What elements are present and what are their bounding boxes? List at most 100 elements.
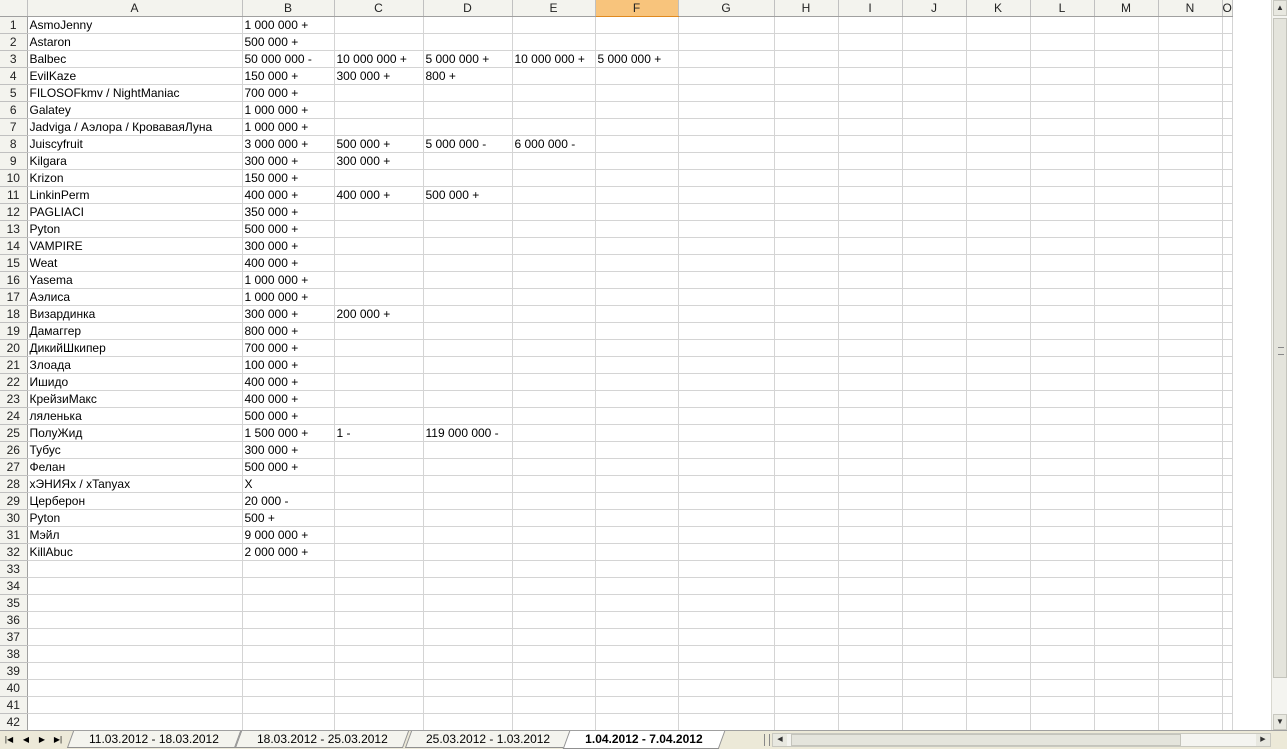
cell-k19[interactable] [966, 322, 1031, 340]
cell-d20[interactable] [423, 339, 513, 357]
cell-b11[interactable]: 400 000 + [242, 186, 335, 204]
cell-i20[interactable] [838, 339, 903, 357]
cell-m20[interactable] [1094, 339, 1159, 357]
cell-m10[interactable] [1094, 169, 1159, 187]
row-header[interactable]: 17 [0, 288, 28, 306]
cell-h22[interactable] [774, 373, 839, 391]
cell-m15[interactable] [1094, 254, 1159, 272]
cell-g42[interactable] [678, 713, 775, 730]
cell-m4[interactable] [1094, 67, 1159, 85]
cell-f32[interactable] [595, 543, 679, 561]
cell-e21[interactable] [512, 356, 596, 374]
cell-g28[interactable] [678, 475, 775, 493]
cell-l1[interactable] [1030, 16, 1095, 34]
cell-m39[interactable] [1094, 662, 1159, 680]
cell-d15[interactable] [423, 254, 513, 272]
cell-a1[interactable]: AsmoJenny [27, 16, 243, 34]
cell-l37[interactable] [1030, 628, 1095, 646]
cell-f41[interactable] [595, 696, 679, 714]
cell-i22[interactable] [838, 373, 903, 391]
cell-f30[interactable] [595, 509, 679, 527]
cell-a25[interactable]: ПолуЖид [27, 424, 243, 442]
cell-l24[interactable] [1030, 407, 1095, 425]
cell-o34[interactable] [1222, 577, 1233, 595]
cell-f23[interactable] [595, 390, 679, 408]
sheet-table[interactable]: ABCDEFGHIJKLMNO 1 AsmoJenny 1 000 000 +2 As… [0, 0, 1233, 730]
cell-b4[interactable]: 150 000 + [242, 67, 335, 85]
row-header[interactable]: 18 [0, 305, 28, 323]
cell-c35[interactable] [334, 594, 424, 612]
cell-c3[interactable]: 10 000 000 + [334, 50, 424, 68]
cell-c39[interactable] [334, 662, 424, 680]
cell-d8[interactable]: 5 000 000 - [423, 135, 513, 153]
cell-h5[interactable] [774, 84, 839, 102]
cell-o5[interactable] [1222, 84, 1233, 102]
cell-o15[interactable] [1222, 254, 1233, 272]
cell-n26[interactable] [1158, 441, 1223, 459]
cell-d19[interactable] [423, 322, 513, 340]
cell-k42[interactable] [966, 713, 1031, 730]
row-header[interactable]: 14 [0, 237, 28, 255]
cell-f15[interactable] [595, 254, 679, 272]
cell-f6[interactable] [595, 101, 679, 119]
cell-c18[interactable]: 200 000 + [334, 305, 424, 323]
cell-j2[interactable] [902, 33, 967, 51]
cell-a37[interactable] [27, 628, 243, 646]
row-header[interactable]: 5 [0, 84, 28, 102]
cell-g7[interactable] [678, 118, 775, 136]
cell-c42[interactable] [334, 713, 424, 730]
cell-b17[interactable]: 1 000 000 + [242, 288, 335, 306]
cell-e29[interactable] [512, 492, 596, 510]
cell-k9[interactable] [966, 152, 1031, 170]
scroll-left-icon[interactable]: ◀ [773, 734, 787, 746]
cell-n35[interactable] [1158, 594, 1223, 612]
cell-g14[interactable] [678, 237, 775, 255]
cell-i33[interactable] [838, 560, 903, 578]
cell-j36[interactable] [902, 611, 967, 629]
cell-d3[interactable]: 5 000 000 + [423, 50, 513, 68]
cell-j38[interactable] [902, 645, 967, 663]
cell-i11[interactable] [838, 186, 903, 204]
cell-d26[interactable] [423, 441, 513, 459]
cell-b34[interactable] [242, 577, 335, 595]
cell-a33[interactable] [27, 560, 243, 578]
cell-d34[interactable] [423, 577, 513, 595]
row-header[interactable]: 35 [0, 594, 28, 612]
cell-c24[interactable] [334, 407, 424, 425]
cell-j28[interactable] [902, 475, 967, 493]
cell-j15[interactable] [902, 254, 967, 272]
cell-m38[interactable] [1094, 645, 1159, 663]
cell-i3[interactable] [838, 50, 903, 68]
cell-f22[interactable] [595, 373, 679, 391]
cell-d30[interactable] [423, 509, 513, 527]
cell-e16[interactable] [512, 271, 596, 289]
cell-j7[interactable] [902, 118, 967, 136]
sheet-tab-1[interactable]: 11.03.2012 - 18.03.2012 [66, 731, 242, 748]
cell-i4[interactable] [838, 67, 903, 85]
cell-d38[interactable] [423, 645, 513, 663]
cell-i15[interactable] [838, 254, 903, 272]
cell-b40[interactable] [242, 679, 335, 697]
cell-c37[interactable] [334, 628, 424, 646]
cell-a16[interactable]: Yasema [27, 271, 243, 289]
cell-b25[interactable]: 1 500 000 + [242, 424, 335, 442]
column-header-g[interactable]: G [678, 0, 775, 17]
cell-f37[interactable] [595, 628, 679, 646]
cell-b32[interactable]: 2 000 000 + [242, 543, 335, 561]
cell-l21[interactable] [1030, 356, 1095, 374]
cell-e25[interactable] [512, 424, 596, 442]
cell-g20[interactable] [678, 339, 775, 357]
cell-m22[interactable] [1094, 373, 1159, 391]
cell-d31[interactable] [423, 526, 513, 544]
cell-l22[interactable] [1030, 373, 1095, 391]
cell-n17[interactable] [1158, 288, 1223, 306]
cell-m5[interactable] [1094, 84, 1159, 102]
cell-d2[interactable] [423, 33, 513, 51]
cell-k13[interactable] [966, 220, 1031, 238]
cell-n39[interactable] [1158, 662, 1223, 680]
cell-g22[interactable] [678, 373, 775, 391]
cell-e36[interactable] [512, 611, 596, 629]
cell-k28[interactable] [966, 475, 1031, 493]
cell-m41[interactable] [1094, 696, 1159, 714]
cell-e7[interactable] [512, 118, 596, 136]
